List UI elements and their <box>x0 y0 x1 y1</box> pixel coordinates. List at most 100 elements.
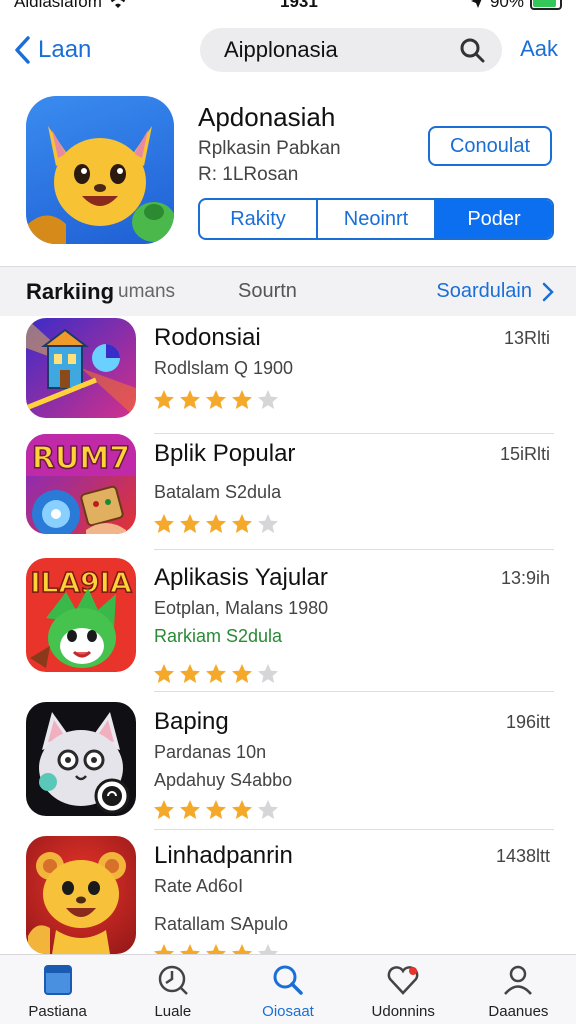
star-filled-icon <box>180 800 200 819</box>
star-filled-icon <box>232 514 252 533</box>
app-meta: Batalam S2dula <box>154 482 282 502</box>
star-empty-icon <box>258 664 278 683</box>
star-empty-icon <box>258 514 278 533</box>
nav-action-button[interactable]: Aak <box>520 36 558 62</box>
featured-app-meta: R: 1LRosan <box>198 164 299 185</box>
today-icon <box>43 965 72 995</box>
star-filled-icon <box>154 390 174 409</box>
featured-get-button[interactable]: Conoulat <box>428 126 552 166</box>
section-title-suffix: umans <box>118 280 176 302</box>
star-filled-icon <box>154 800 174 819</box>
yellow-cartoon-mascot-icon <box>26 126 174 244</box>
app-meta-secondary: Apdahuy S4abbo <box>154 770 293 790</box>
star-filled-icon <box>232 664 252 683</box>
app-name: Aplikasis Yajular <box>154 564 328 591</box>
tab-label: Luale <box>154 1003 192 1020</box>
account-icon <box>504 965 533 995</box>
location-arrow-icon <box>470 0 482 8</box>
green-mascot-icon: ILA9IA <box>26 558 136 672</box>
star-empty-icon <box>258 390 278 409</box>
games-icon <box>158 965 188 995</box>
nav-bar: Laan Aipplonasia Aak <box>0 22 576 78</box>
app-meta: Rate Ad6oI <box>154 876 244 896</box>
see-all-link[interactable]: Soardulain <box>436 280 554 303</box>
white-cat-icon <box>26 702 136 816</box>
star-filled-icon <box>154 514 174 533</box>
back-label: Laan <box>38 36 92 63</box>
list-item[interactable]: Linhadpanrin Rate Ad6oI Ratallam SApulo … <box>0 830 576 963</box>
tab-label: Oiosaat <box>262 1003 314 1020</box>
list-item[interactable]: Baping Pardanas 10n Apdahuy S4abbo 196it… <box>0 696 576 830</box>
rating-stars <box>152 512 280 536</box>
star-filled-icon <box>232 390 252 409</box>
star-filled-icon <box>154 664 174 683</box>
row-divider <box>154 691 554 692</box>
tab-updates[interactable]: Udonnins <box>346 955 461 1024</box>
tab-today[interactable]: Pastiana <box>0 955 115 1024</box>
search-query: Aipplonasia <box>224 37 338 62</box>
star-filled-icon <box>206 664 226 683</box>
battery-icon <box>529 0 562 10</box>
bear-mascot-icon <box>26 836 136 954</box>
featured-app-title: Apdonasiah <box>198 102 336 132</box>
star-filled-icon <box>180 514 200 533</box>
star-filled-icon <box>206 800 226 819</box>
rating-stars <box>152 388 280 412</box>
section-filter[interactable]: Sourtn <box>238 280 297 303</box>
app-name: Bplik Popular <box>154 440 296 467</box>
featured-app: Apdonasiah Rplkasin Pabkan R: 1LRosan Co… <box>0 92 576 264</box>
search-icon[interactable] <box>458 36 486 64</box>
search-input[interactable]: Aipplonasia <box>200 28 502 72</box>
tab-account[interactable]: Daanues <box>461 955 576 1024</box>
wifi-icon <box>110 0 126 8</box>
app-name: Linhadpanrin <box>154 842 293 869</box>
app-name: Baping <box>154 708 229 735</box>
battery-percent: 90% <box>489 0 524 11</box>
app-meta: Rodlslam Q 1900 <box>154 358 294 378</box>
segmented-control: Rakity Neoinrt Poder <box>198 198 554 240</box>
see-all-label: Soardulain <box>436 280 532 302</box>
rating-stars <box>152 662 280 686</box>
svg-text:RUM7: RUM7 <box>32 441 130 476</box>
app-size: 1438ltt <box>495 846 550 866</box>
star-filled-icon <box>206 514 226 533</box>
app-size: 13Rlti <box>503 328 550 348</box>
rating-stars <box>152 798 280 822</box>
featured-app-subtitle: Rplkasin Pabkan <box>198 138 341 159</box>
rum7-game-icon: RUM7 <box>26 434 136 534</box>
app-size: 15iRlti <box>499 444 550 464</box>
chevron-left-icon <box>15 36 30 64</box>
ranking-section-header: Rarkiing umans Sourtn Soardulain <box>0 266 576 316</box>
list-item[interactable]: RUM7 Bplik Popular Batalam S2dula 15iRlt… <box>0 428 576 550</box>
svg-text:ILA9IA: ILA9IA <box>30 566 132 599</box>
star-filled-icon <box>206 390 226 409</box>
status-time: 1931 <box>280 0 318 11</box>
star-filled-icon <box>232 800 252 819</box>
star-filled-icon <box>180 664 200 683</box>
star-filled-icon <box>180 390 200 409</box>
featured-app-icon[interactable] <box>26 96 174 244</box>
tab-label: Daanues <box>488 1003 549 1020</box>
status-bar: Aldiasiafom 1931 90% <box>0 0 576 14</box>
segment-1[interactable]: Neoinrt <box>318 200 436 238</box>
app-size: 196itt <box>505 712 550 732</box>
app-size: 13:9ih <box>500 568 550 588</box>
updates-icon <box>387 966 419 995</box>
tab-games[interactable]: Luale <box>115 955 230 1024</box>
chevron-right-icon <box>542 282 554 301</box>
list-item[interactable]: ILA9IA Aplikasis Yajular Eotplan, Malans… <box>0 552 576 692</box>
segment-0[interactable]: Rakity <box>200 200 318 238</box>
section-title: Rarkiing <box>26 278 115 304</box>
list-item[interactable]: Rodonsiai Rodlslam Q 1900 13Rlti <box>0 312 576 434</box>
segment-2[interactable]: Poder <box>436 200 552 238</box>
tab-label: Pastiana <box>28 1003 87 1020</box>
carrier-label: Aldiasiafom <box>14 0 102 11</box>
tab-search[interactable]: Oiosaat <box>230 955 345 1024</box>
back-button[interactable]: Laan <box>0 35 110 65</box>
app-name: Rodonsiai <box>154 324 261 351</box>
star-empty-icon <box>258 800 278 819</box>
app-meta-secondary: Ratallam SApulo <box>154 914 289 934</box>
tab-bar: Pastiana Luale Oiosaat Udonnins Daanues <box>0 954 576 1024</box>
tab-label: Udonnins <box>371 1003 435 1020</box>
app-meta: Pardanas 10n <box>154 742 267 762</box>
